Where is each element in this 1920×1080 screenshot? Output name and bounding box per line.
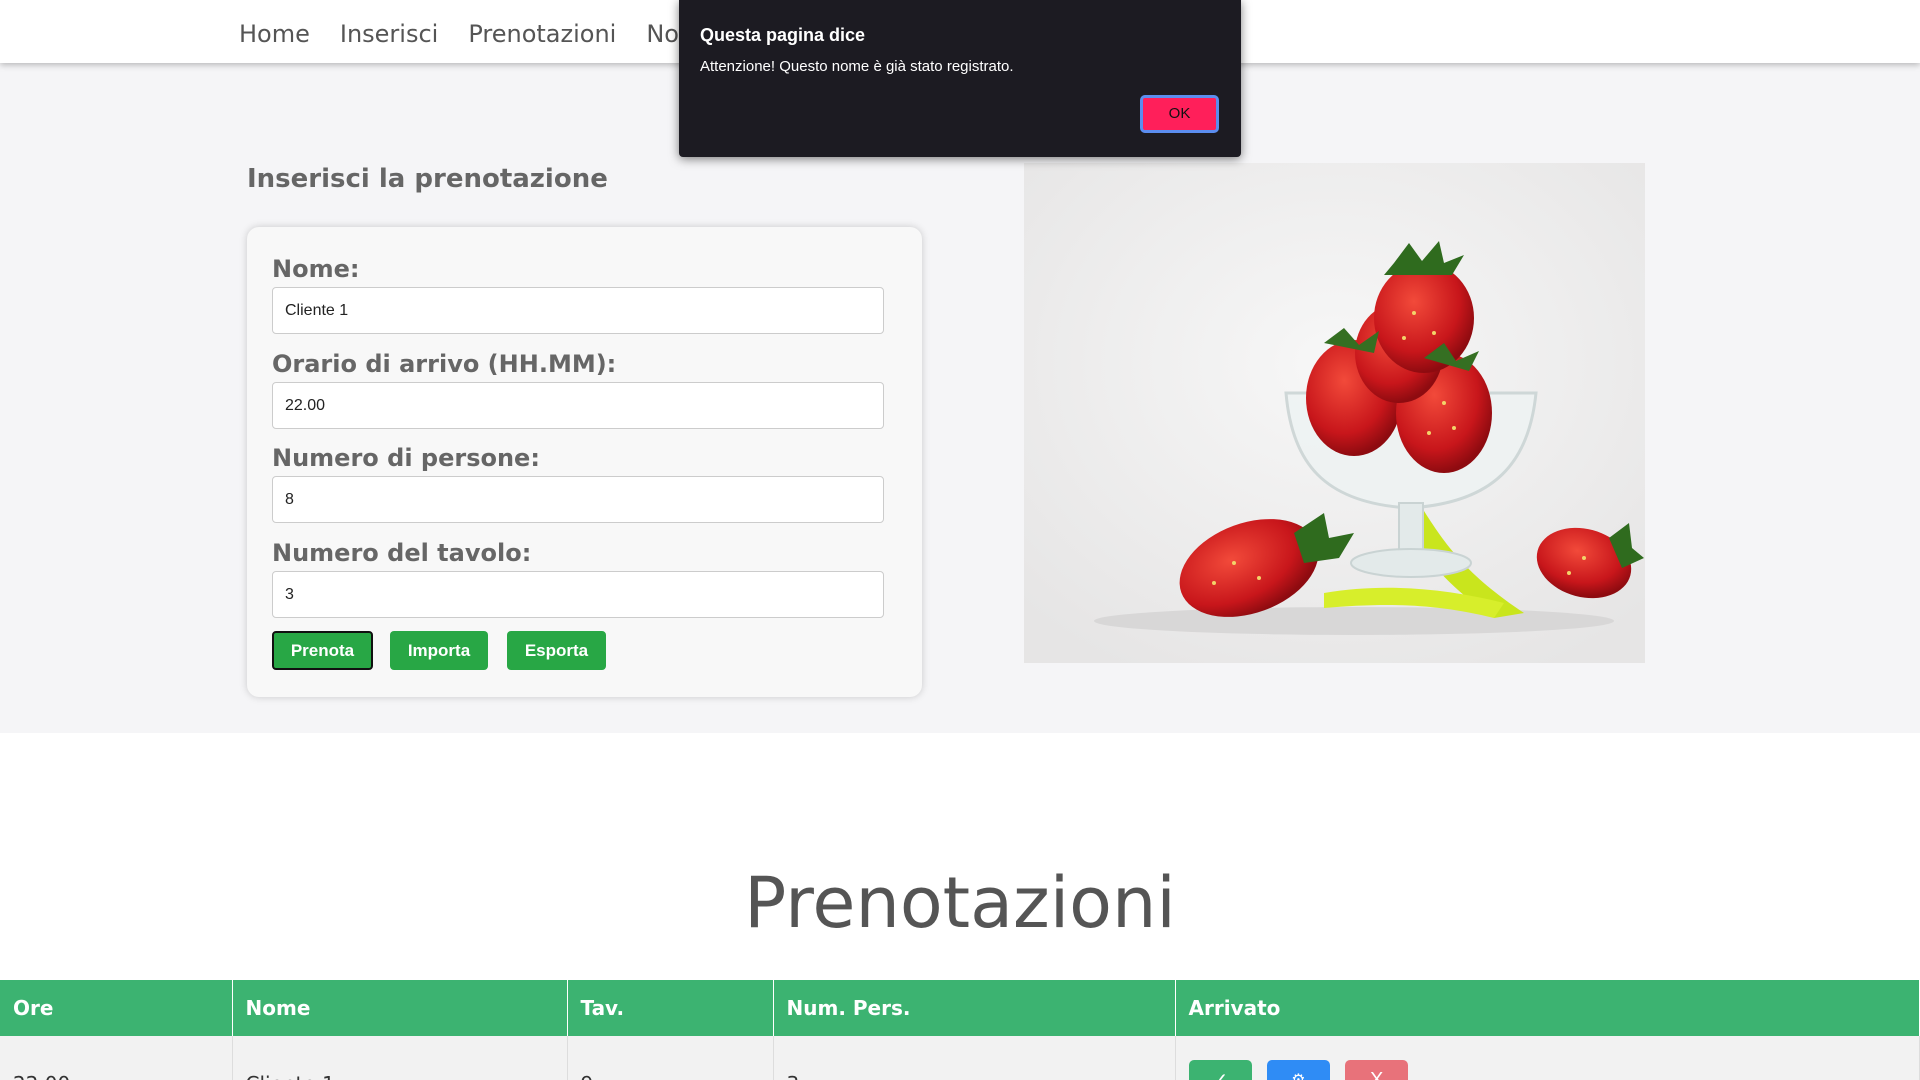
booking-form-section: Inserisci la prenotazione Nome: Orario d…	[0, 63, 1920, 733]
strawberries-illustration	[1024, 163, 1645, 663]
importa-button[interactable]: Importa	[390, 631, 488, 670]
orario-label: Orario di arrivo (HH.MM):	[272, 350, 617, 378]
dialog-message: Attenzione! Questo nome è già stato regi…	[700, 58, 1014, 75]
col-tav: Tav.	[567, 980, 774, 1036]
cell-pers: 3	[773, 1036, 1176, 1080]
nome-input[interactable]	[272, 287, 884, 334]
nav-prenotazioni[interactable]: Prenotazioni	[468, 20, 616, 48]
nav-item-partial[interactable]: No	[646, 20, 679, 48]
prenota-button[interactable]: Prenota	[272, 631, 373, 670]
dialog-ok-button[interactable]: OK	[1140, 95, 1219, 133]
edit-button[interactable]: ⚙	[1266, 1060, 1330, 1080]
booking-form-card: Nome: Orario di arrivo (HH.MM): Numero d…	[247, 227, 922, 697]
persone-input[interactable]	[272, 476, 884, 523]
nav-menu: Home Inserisci Prenotazioni No	[239, 20, 679, 48]
strawberries-photo	[1024, 163, 1645, 663]
nav-home[interactable]: Home	[239, 20, 310, 48]
tavolo-label: Numero del tavolo:	[272, 539, 532, 567]
col-arrivato: Arrivato	[1175, 980, 1920, 1036]
form-title: Inserisci la prenotazione	[247, 164, 608, 194]
persone-label: Numero di persone:	[272, 444, 540, 472]
arrived-button[interactable]: ✓	[1188, 1060, 1252, 1080]
alert-dialog: Questa pagina dice Attenzione! Questo no…	[679, 0, 1241, 157]
cell-actions: ✓ ⚙ X	[1175, 1036, 1920, 1080]
cell-ore: 22.00	[0, 1036, 233, 1080]
orario-input[interactable]	[272, 382, 884, 429]
nav-inserisci[interactable]: Inserisci	[340, 20, 438, 48]
col-nome: Nome	[232, 980, 568, 1036]
tavolo-input[interactable]	[272, 571, 884, 618]
bookings-heading: Prenotazioni	[744, 862, 1176, 944]
col-ore: Ore	[0, 980, 233, 1036]
cell-nome: Cliente 1	[232, 1036, 568, 1080]
table-row: 22.00 Cliente 1 9 3 ✓ ⚙ X	[0, 1036, 1920, 1080]
nome-label: Nome:	[272, 255, 360, 283]
dialog-title: Questa pagina dice	[700, 25, 866, 45]
table-header-row: Ore Nome Tav. Num. Pers. Arrivato	[0, 980, 1920, 1036]
delete-button[interactable]: X	[1345, 1060, 1409, 1080]
esporta-button[interactable]: Esporta	[507, 631, 606, 670]
cell-tav: 9	[567, 1036, 774, 1080]
col-num-pers: Num. Pers.	[773, 980, 1176, 1036]
bookings-table: Ore Nome Tav. Num. Pers. Arrivato 22.00 …	[0, 980, 1920, 1080]
